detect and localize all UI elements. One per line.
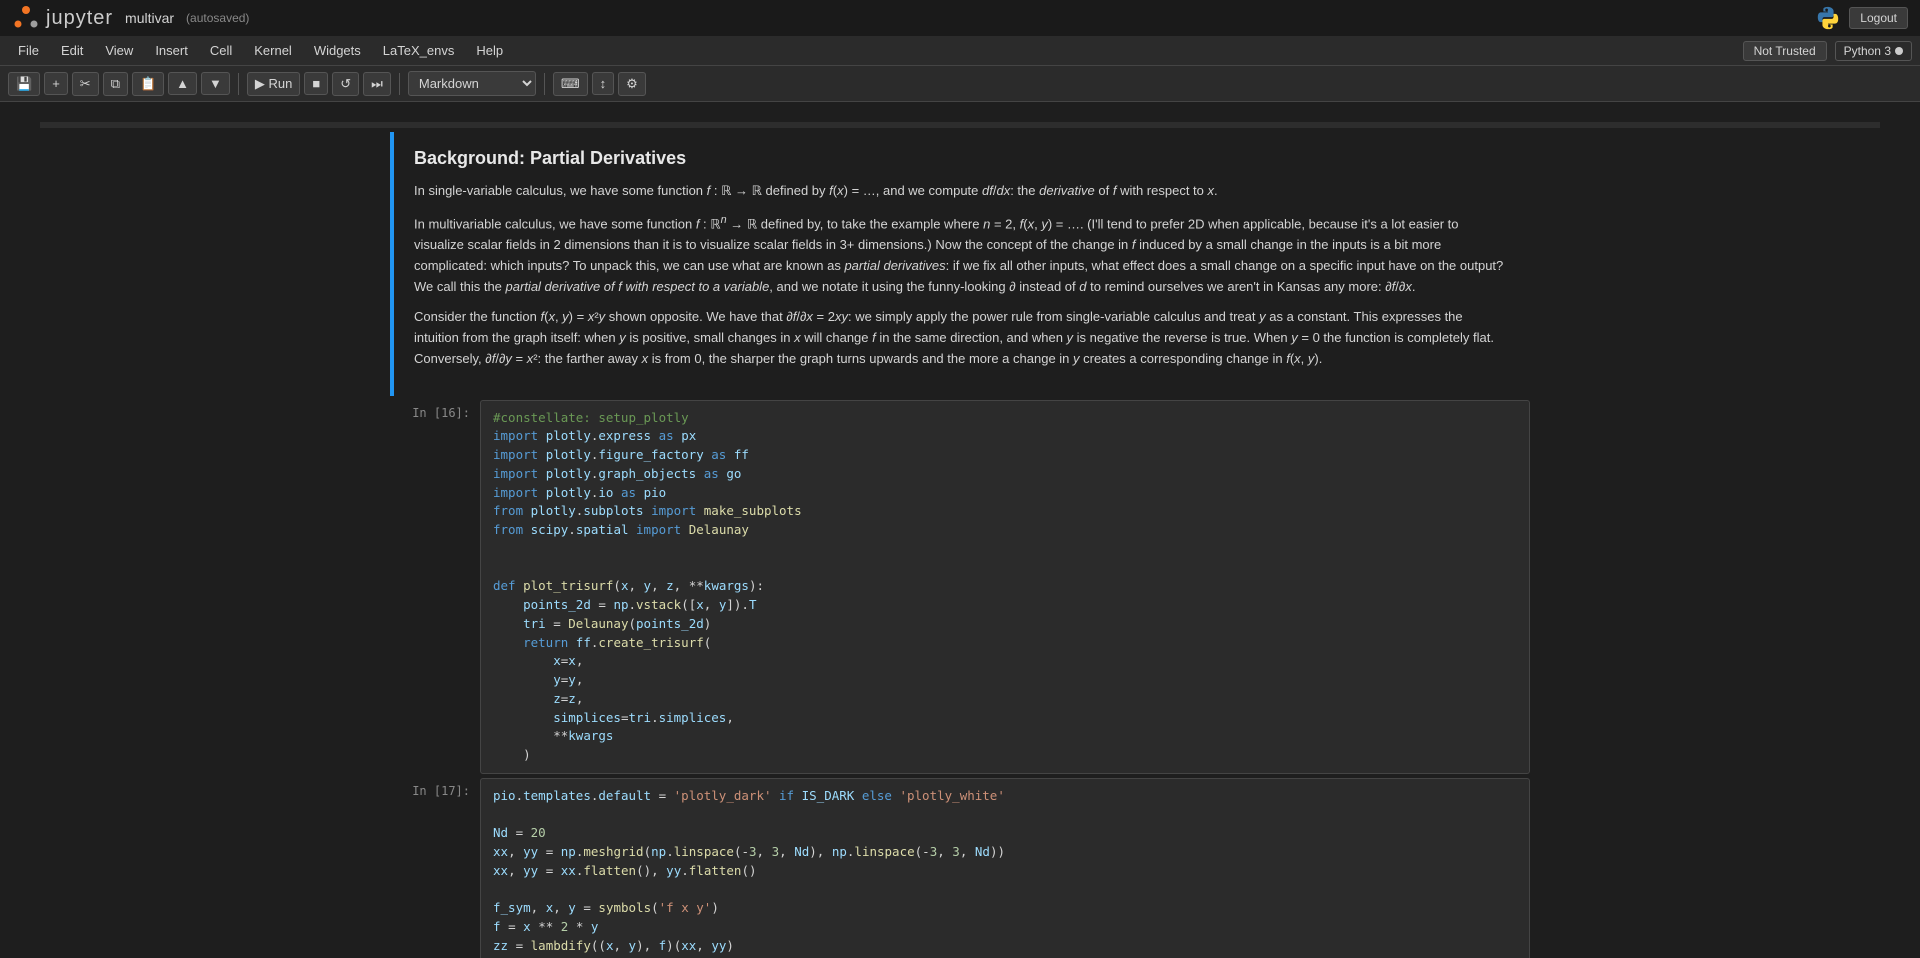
menu-bar: File Edit View Insert Cell Kernel Widget… (0, 36, 1920, 66)
menu-kernel[interactable]: Kernel (244, 40, 302, 61)
top-bar-right: Logout (1815, 5, 1908, 31)
menu-file[interactable]: File (8, 40, 49, 61)
not-trusted-button[interactable]: Not Trusted (1743, 41, 1827, 61)
menu-cell[interactable]: Cell (200, 40, 242, 61)
toggle-toolbar-button[interactable]: ⚙ (618, 72, 646, 96)
code-cell-16: In [16]: #constellate: setup_plotly impo… (40, 400, 1880, 774)
cell-16-code: #constellate: setup_plotly import plotly… (493, 409, 1517, 765)
toolbar-separator-3 (544, 73, 545, 95)
menu-help[interactable]: Help (466, 40, 513, 61)
save-button[interactable]: 💾 (8, 72, 40, 96)
menu-view[interactable]: View (95, 40, 143, 61)
jupyter-logo: jupyter (12, 4, 113, 32)
toggle-header-button[interactable]: ↕ (592, 72, 615, 95)
scroll-hint (40, 122, 1880, 128)
code-cell-17-wrapper: In [17]: pio.templates.default = 'plotly… (390, 778, 1530, 958)
jupyter-text: jupyter (46, 7, 113, 30)
cell-type-select[interactable]: Markdown Code Raw NBConvert (408, 71, 536, 96)
cell-16-prompt: In [16]: (390, 400, 480, 774)
toolbar-separator-2 (399, 73, 400, 95)
menu-right: Not Trusted Python 3 (1743, 41, 1912, 61)
logout-button[interactable]: Logout (1849, 7, 1908, 29)
markdown-cell-background: Background: Partial Derivatives In singl… (40, 132, 1880, 396)
toolbar: 💾 + ✂ ⧉ 📋 ▲ ▼ ▶ Run ■ ↺ ⏭ Markdown Code … (0, 66, 1920, 102)
move-up-button[interactable]: ▲ (168, 72, 197, 95)
cell-17-prompt: In [17]: (390, 778, 480, 958)
restart-run-button[interactable]: ⏭ (363, 72, 391, 96)
notebook-name: multivar (125, 10, 174, 26)
restart-button[interactable]: ↺ (332, 72, 359, 96)
markdown-p2: In multivariable calculus, we have some … (414, 212, 1510, 298)
move-down-button[interactable]: ▼ (201, 72, 230, 95)
markdown-cell-content: Background: Partial Derivatives In singl… (390, 132, 1530, 396)
menu-latex-envs[interactable]: LaTeX_envs (373, 40, 465, 61)
menu-edit[interactable]: Edit (51, 40, 93, 61)
notebook-area: Background: Partial Derivatives In singl… (0, 102, 1920, 958)
python-logo-icon (1815, 5, 1841, 31)
top-bar: jupyter multivar (autosaved) Logout (0, 0, 1920, 36)
copy-button[interactable]: ⧉ (103, 72, 128, 96)
kernel-name: Python 3 (1844, 44, 1891, 58)
interrupt-button[interactable]: ■ (304, 72, 328, 95)
cell-16-content[interactable]: #constellate: setup_plotly import plotly… (480, 400, 1530, 774)
cut-button[interactable]: ✂ (72, 72, 99, 96)
cell-17-code: pio.templates.default = 'plotly_dark' if… (493, 787, 1517, 958)
markdown-heading-background: Background: Partial Derivatives (414, 148, 1510, 169)
kernel-status-dot (1895, 47, 1903, 55)
kernel-info: Python 3 (1835, 41, 1912, 61)
jupyter-logo-icon (12, 4, 40, 32)
menu-insert[interactable]: Insert (145, 40, 198, 61)
markdown-p1: In single-variable calculus, we have som… (414, 181, 1510, 202)
code-cell-16-wrapper: In [16]: #constellate: setup_plotly impo… (390, 400, 1530, 774)
code-cell-17: In [17]: pio.templates.default = 'plotly… (40, 778, 1880, 958)
paste-button[interactable]: 📋 (132, 72, 164, 96)
autosaved-label: (autosaved) (186, 11, 249, 25)
markdown-p3: Consider the function f(x, y) = x²y show… (414, 307, 1510, 369)
run-button[interactable]: ▶ Run (247, 72, 300, 96)
menu-widgets[interactable]: Widgets (304, 40, 371, 61)
toolbar-separator-1 (238, 73, 239, 95)
keyboard-shortcuts-button[interactable]: ⌨ (553, 72, 588, 96)
add-cell-button[interactable]: + (44, 72, 68, 95)
cell-17-content[interactable]: pio.templates.default = 'plotly_dark' if… (480, 778, 1530, 958)
